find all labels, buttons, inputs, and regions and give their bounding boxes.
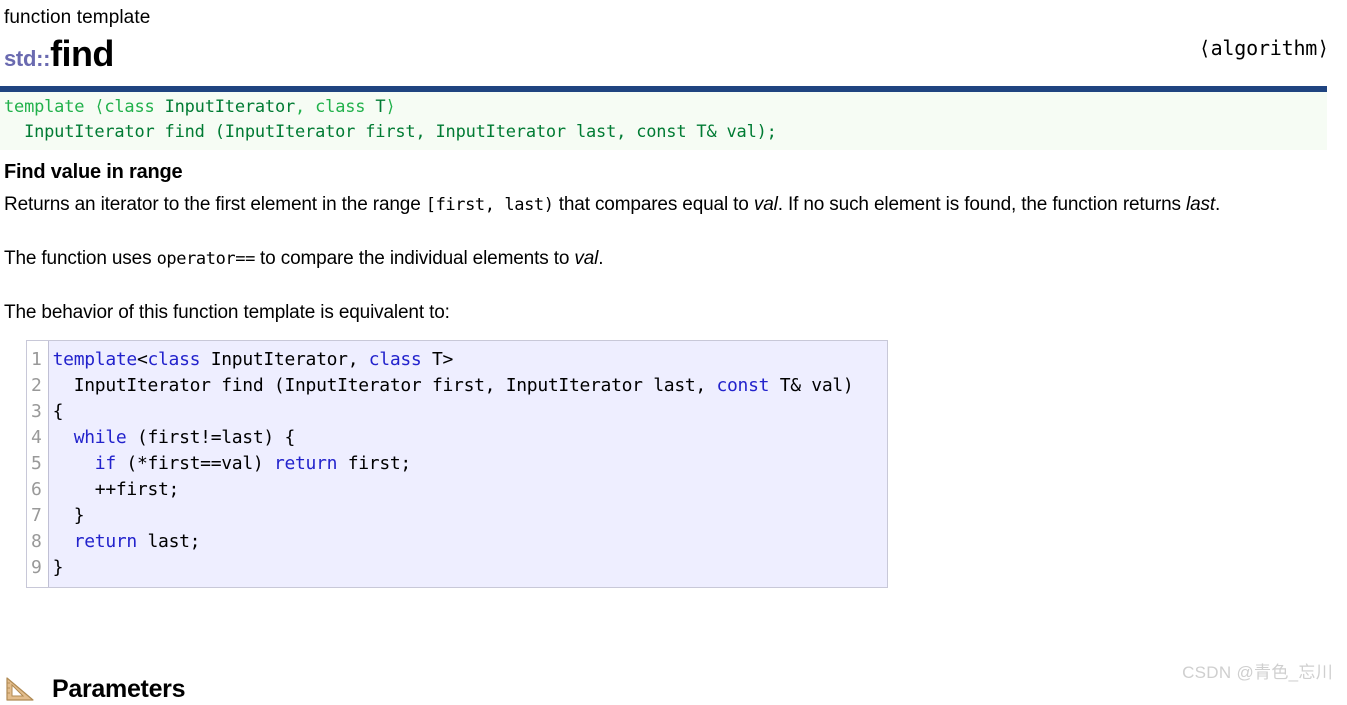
page-title: std::find [4, 32, 1347, 84]
sig-declaration-line: InputIterator find (InputIterator first,… [4, 122, 777, 142]
sig-comma: , [295, 97, 316, 117]
description-paragraph-1: Returns an iterator to the first element… [4, 191, 1279, 219]
csdn-watermark: CSDN @青色_忘川 [1182, 663, 1333, 682]
sig-type-inputiterator: InputIterator [154, 97, 296, 117]
para1-text-b: that compares equal to [553, 194, 754, 215]
description-content: Find value in range Returns an iterator … [0, 159, 1347, 588]
para1-text-d: . [1215, 194, 1221, 215]
para2-text-c: . [598, 248, 604, 269]
para1-italic-last: last [1186, 194, 1215, 215]
sig-type-t: T [365, 97, 386, 117]
parameters-title: Parameters [52, 675, 186, 703]
entity-kind-label: function template [4, 7, 151, 28]
signature-block: template ⟨class InputIterator, class T⟩ … [0, 86, 1327, 150]
para1-text-a: Returns an iterator to the first element… [4, 194, 426, 215]
sig-keyword-class-2: class [315, 97, 366, 117]
para1-range-notation: [first, last) [425, 195, 554, 215]
code-source-text[interactable]: template<class InputIterator, class T> I… [48, 341, 887, 587]
sig-keyword-class-1: class [104, 97, 155, 117]
para1-text-c: . If no such element is found, the funct… [777, 194, 1187, 215]
description-paragraph-2: The function uses operator== to compare … [4, 245, 1279, 273]
para1-italic-val: val [753, 194, 778, 215]
para2-text-a: The function uses [4, 248, 157, 269]
title-function-name: find [50, 33, 114, 74]
page-header: function template std::find ⟨algorithm⟩ [0, 0, 1347, 86]
para2-italic-val: val [574, 248, 599, 269]
equivalent-code-block: 1 2 3 4 5 6 7 8 9 template<class InputIt… [26, 340, 888, 588]
para2-operator-equals: operator== [156, 249, 256, 269]
title-namespace: std:: [4, 46, 51, 71]
sig-keyword-template: template [4, 97, 85, 117]
include-header-label: ⟨algorithm⟩ [1198, 36, 1329, 60]
para2-text-b: to compare the individual elements to [254, 248, 575, 269]
signature-code: template ⟨class InputIterator, class T⟩ … [0, 92, 1327, 150]
description-paragraph-3: The behavior of this function template i… [4, 302, 450, 323]
sig-angle-open: ⟨ [84, 97, 105, 117]
reference-page: function template std::find ⟨algorithm⟩ … [0, 0, 1347, 705]
section-heading-find-value-in-range: Find value in range [4, 161, 183, 183]
parameters-section-heading: Parameters [4, 673, 186, 705]
code-line-numbers: 1 2 3 4 5 6 7 8 9 [27, 341, 49, 587]
sig-angle-close: ⟩ [385, 97, 396, 117]
set-square-ruler-icon [6, 677, 34, 701]
